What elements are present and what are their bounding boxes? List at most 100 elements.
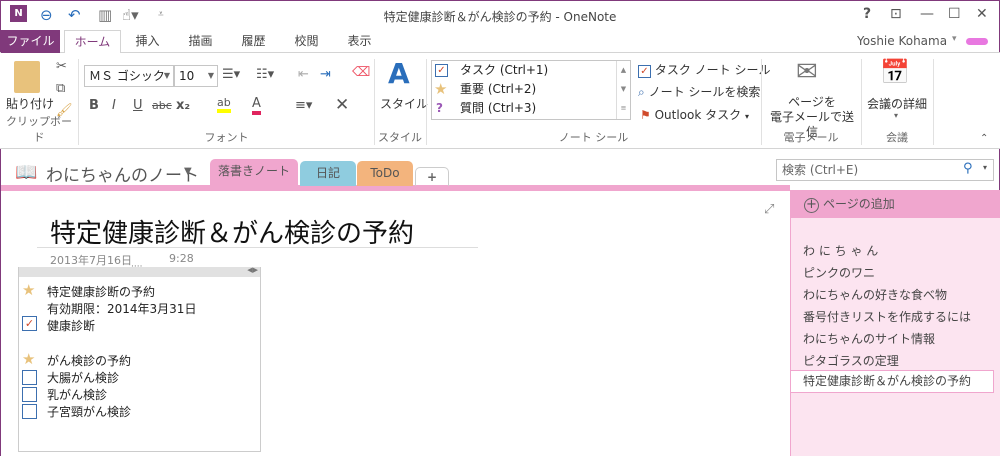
notebook-icon: 📖 (15, 162, 38, 183)
task-tag-button[interactable]: ✓ タスク ノート シール (638, 61, 770, 78)
meeting-details-icon[interactable]: 📅 (880, 58, 910, 86)
font-size-combo[interactable]: 10 ▼ (174, 65, 218, 87)
user-dropdown-icon[interactable]: ▾ (952, 34, 957, 44)
ribbon: 貼り付け ✂ ⧉ 🖌 クリップボード ＭＳ ゴシック ▼ 10 ▼ ☰▾ ☷▾ ⇤ … (0, 53, 1000, 149)
clipboard-group-label: クリップボード (6, 115, 72, 144)
font-color-button[interactable]: A (252, 96, 261, 115)
maximize-button[interactable]: ☐ (948, 6, 961, 22)
add-page-label: ページの追加 (823, 197, 895, 211)
tag-important-label: 重要 (Ctrl+2) (460, 82, 537, 96)
star-icon: ★ (22, 281, 36, 299)
gallery-scroll[interactable]: ▲ ▼ ≡ (616, 61, 630, 119)
notebook-dropdown-icon[interactable]: ▼ (184, 166, 192, 177)
note-line[interactable]: 有効期限：2014年3月31日 (47, 300, 196, 317)
minimize-button[interactable]: — (920, 6, 934, 22)
note-tags-gallery: ✓ タスク (Ctrl+1) ★ 重要 (Ctrl+2) ? 質問 (Ctrl+3) … (431, 60, 631, 120)
subscript-button[interactable]: x₂ (176, 98, 190, 113)
search-input[interactable]: 検索 (Ctrl+E) (776, 159, 994, 181)
ribbon-display-button[interactable]: ⊡ (890, 6, 902, 22)
add-page-button[interactable]: + ページの追加 (790, 190, 1000, 218)
page-title[interactable]: 特定健康診断＆がん検診の予約 (50, 213, 414, 250)
plus-circle-icon: + (804, 198, 819, 213)
note-line[interactable]: 健康診断 (47, 317, 95, 334)
collapse-ribbon-icon[interactable]: ⌃ (980, 133, 988, 144)
search-scope-dropdown-icon[interactable]: ▾ (983, 163, 987, 172)
star-icon: ★ (434, 80, 448, 98)
envelope-icon[interactable]: ✉ (796, 57, 818, 87)
tab-draw[interactable]: 描画 (178, 30, 223, 53)
email-group-label: 電子メール (783, 131, 839, 144)
page-item-selected[interactable]: 特定健康診断＆がん検診の予約 (791, 370, 994, 393)
styles-button[interactable]: スタイル (380, 95, 428, 112)
page-item[interactable]: わ に ち ゃ ん (803, 242, 878, 259)
tag-question[interactable]: ? 質問 (Ctrl+3) (432, 99, 617, 118)
add-section-button[interactable]: + (415, 167, 449, 186)
avatar[interactable] (966, 38, 988, 45)
todo-checkbox[interactable] (22, 387, 37, 402)
strikethrough-button[interactable]: abc (152, 99, 172, 112)
page-item[interactable]: わにちゃんのサイト情報 (803, 330, 935, 347)
question-icon: ? (436, 101, 443, 115)
align-icon[interactable]: ≡▾ (295, 98, 312, 113)
tab-view[interactable]: 表示 (337, 30, 382, 53)
note-line[interactable]: 大腸がん検診 (47, 369, 119, 386)
paste-icon[interactable] (14, 61, 40, 93)
task-tag-label: タスク ノート シール (654, 63, 771, 77)
meeting-dropdown-icon[interactable]: ▾ (894, 111, 898, 120)
tab-history[interactable]: 履歴 (231, 30, 276, 53)
highlight-button[interactable]: ab (217, 96, 231, 113)
flag-icon: ⚑ (640, 108, 651, 122)
page-item[interactable]: 番号付きリストを作成するには (803, 308, 971, 325)
fullpage-expand-icon[interactable]: ⤢ (764, 202, 774, 217)
font-size-value: 10 (179, 69, 195, 83)
clear-formatting-icon[interactable]: ⌫ (352, 65, 370, 80)
meeting-details-button[interactable]: 会議の詳細 (867, 95, 927, 112)
copy-icon[interactable]: ⧉ (56, 81, 65, 96)
section-tab-diary[interactable]: 日記 (300, 161, 356, 186)
bold-button[interactable]: B (89, 98, 99, 113)
close-button[interactable]: ✕ (976, 6, 988, 22)
section-tab-rakugaki[interactable]: 落書きノート (210, 159, 298, 187)
styles-icon[interactable]: A (388, 57, 410, 90)
note-line[interactable]: 子宮頸がん検診 (47, 403, 131, 420)
note-line[interactable]: 特定健康診断の予約 (47, 283, 155, 300)
tab-insert[interactable]: 挿入 (125, 30, 170, 53)
numbering-icon[interactable]: ☷▾ (256, 67, 274, 82)
font-group-label: フォント (204, 131, 249, 144)
paste-button[interactable]: 貼り付け (6, 95, 54, 112)
todo-checkbox[interactable] (22, 404, 37, 419)
title-divider (37, 247, 478, 248)
style-group-label: スタイル (378, 131, 422, 144)
section-tab-todo[interactable]: ToDo (357, 161, 413, 186)
cut-icon[interactable]: ✂ (56, 59, 67, 74)
tag-task[interactable]: ✓ タスク (Ctrl+1) (432, 61, 617, 80)
page-item[interactable]: わにちゃんの好きな食べ物 (803, 286, 947, 303)
tag-important[interactable]: ★ 重要 (Ctrl+2) (432, 80, 617, 99)
help-button[interactable]: ? (863, 6, 871, 22)
bullets-icon[interactable]: ☰▾ (222, 67, 240, 82)
page-item[interactable]: ピンクのワニ (803, 264, 875, 281)
page-date: 2013年7月16日 (50, 254, 132, 267)
italic-button[interactable]: I (112, 98, 116, 113)
notebook-name[interactable]: わにちゃんのノート (46, 161, 199, 186)
search-icon[interactable]: ⚲ (963, 161, 973, 176)
page-list: わ に ち ゃ ん ピンクのワニ わにちゃんの好きな食べ物 番号付きリストを作成… (790, 190, 1000, 456)
delete-icon[interactable]: ✕ (335, 95, 349, 115)
outlook-tasks-button[interactable]: ⚑ Outlook タスク ▾ (640, 106, 749, 123)
underline-button[interactable]: U (133, 98, 143, 113)
tab-review[interactable]: 校閲 (284, 30, 329, 53)
page-time: 9:28 (169, 252, 194, 265)
note-line[interactable]: 乳がん検診 (47, 386, 107, 403)
note-line[interactable]: がん検診の予約 (47, 352, 131, 369)
decrease-indent-icon[interactable]: ⇤ (298, 67, 309, 82)
outlook-task-icon[interactable]: ✓ (22, 316, 37, 331)
todo-checkbox[interactable] (22, 370, 37, 385)
tab-file[interactable]: ファイル (1, 30, 60, 53)
user-name[interactable]: Yoshie Kohama (857, 34, 947, 48)
find-tags-button[interactable]: ⌕ ノート シールを検索 (638, 83, 760, 100)
font-name-combo[interactable]: ＭＳ ゴシック ▼ (84, 65, 174, 87)
tab-home[interactable]: ホーム (64, 30, 121, 54)
find-tags-icon: ⌕ (638, 85, 645, 99)
increase-indent-icon[interactable]: ⇥ (320, 67, 331, 82)
tags-group-label: ノート シール (558, 131, 629, 144)
